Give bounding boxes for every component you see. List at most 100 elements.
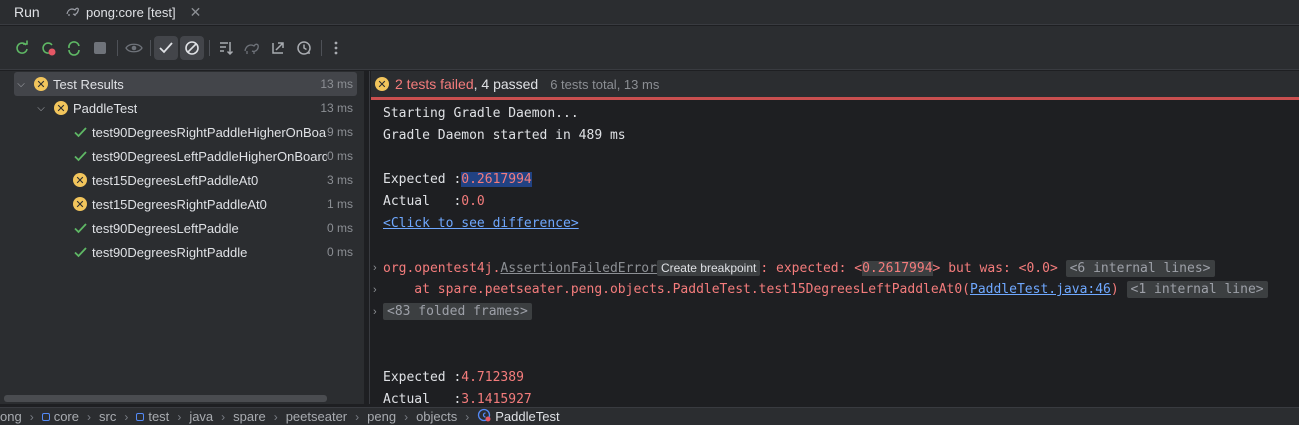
chevron-down-icon[interactable]: ⌵ (14, 79, 28, 90)
chevron-right-icon: › (404, 409, 409, 424)
module-icon (41, 412, 50, 421)
module-icon (136, 412, 145, 421)
panel-divider[interactable] (369, 71, 370, 404)
failed-icon: ✕ (34, 77, 48, 91)
breadcrumb-item[interactable]: src (99, 409, 116, 424)
show-passed-icon[interactable] (154, 36, 178, 60)
run-tool-title: Run (14, 4, 40, 20)
stack-frame: at spare.peetseater.peng.objects.PaddleT… (383, 282, 970, 297)
rerun-failed-icon[interactable] (36, 36, 60, 60)
summary-separator: , (473, 76, 482, 92)
chevron-right-icon[interactable]: › (373, 258, 377, 278)
passed-icon (73, 125, 87, 139)
console-line: <Click to see difference> (383, 214, 579, 234)
export-icon[interactable] (266, 36, 290, 60)
internal-line-fold[interactable]: <1 internal line> (1126, 281, 1268, 298)
test-summary: ✕ 2 tests failed , 4 passed 6 tests tota… (371, 71, 1299, 97)
tree-node-test[interactable]: ✕ test15DegreesLeftPaddleAt0 3 ms (14, 168, 357, 192)
expected-label: Expected : (383, 370, 462, 385)
chevron-right-icon[interactable]: › (373, 302, 377, 322)
tree-node-time: 0 ms (326, 245, 353, 259)
sort-icon[interactable] (214, 36, 238, 60)
breadcrumb-item[interactable]: core (41, 409, 79, 424)
see-difference-link[interactable]: <Click to see difference> (383, 216, 579, 231)
stack-frame-close: ) (1110, 282, 1119, 297)
chevron-right-icon: › (124, 409, 129, 424)
chevron-right-icon: › (221, 409, 226, 424)
chevron-right-icon: › (465, 409, 470, 424)
tree-node-time: 13 ms (320, 101, 353, 115)
horizontal-scrollbar[interactable] (4, 395, 327, 402)
chevron-right-icon: › (29, 409, 34, 424)
summary-failed: 2 tests failed (395, 76, 474, 92)
console-output[interactable]: Starting Gradle Daemon... Gradle Daemon … (371, 100, 1299, 404)
console-line: Expected :0.2617994 (383, 170, 532, 190)
failed-icon: ✕ (73, 197, 87, 211)
toolbar-separator (117, 40, 118, 56)
expected-value: 4.712389 (461, 370, 524, 385)
tree-node-label: test90DegreesLeftPaddleHigherOnBoard (92, 148, 327, 164)
close-icon[interactable]: ✕ (190, 4, 202, 21)
breadcrumb-label: spare (233, 409, 266, 424)
tree-node-label: PaddleTest (73, 100, 138, 116)
tree-node-suite[interactable]: ⌵ ✕ PaddleTest 13 ms (14, 96, 357, 120)
actual-value: 0.0 (461, 194, 485, 209)
toggle-auto-test-icon[interactable] (62, 36, 86, 60)
breadcrumb: ong › core › src › test › java › spare ›… (0, 407, 1299, 425)
actual-label: Actual : (383, 392, 462, 404)
breadcrumb-item[interactable]: java (189, 409, 213, 424)
toolbar-separator (321, 40, 322, 56)
internal-lines-fold[interactable]: <6 internal lines> (1065, 260, 1215, 277)
folded-frames[interactable]: <83 folded frames> (383, 303, 532, 320)
tree-node-time: 9 ms (326, 125, 353, 139)
breadcrumb-label: peng (367, 409, 397, 424)
tree-node-label: Test Results (53, 76, 124, 92)
source-link[interactable]: PaddleTest.java:46 (970, 282, 1111, 297)
error-class-link[interactable]: AssertionFailedError (500, 261, 657, 276)
console-line: at spare.peetseater.peng.objects.PaddleT… (383, 280, 1268, 300)
breadcrumb-item[interactable]: spare (233, 409, 266, 424)
eye-icon[interactable] (122, 36, 146, 60)
history-icon[interactable] (292, 36, 316, 60)
more-options-icon[interactable] (324, 36, 348, 60)
breadcrumb-item[interactable]: PaddleTest (477, 408, 560, 425)
tree-node-time: 1 ms (326, 197, 353, 211)
error-expected: 0.2617994 (862, 261, 933, 276)
breadcrumb-item[interactable]: peetseater (286, 409, 347, 424)
create-breakpoint-button[interactable]: Create breakpoint (656, 260, 761, 276)
tree-node-test[interactable]: test90DegreesRightPaddle 0 ms (14, 240, 357, 264)
chevron-right-icon: › (273, 409, 278, 424)
show-ignored-icon[interactable] (180, 36, 204, 60)
breadcrumb-item[interactable]: ong (0, 409, 22, 424)
import-tests-icon[interactable] (240, 36, 264, 60)
breadcrumb-item[interactable]: objects (416, 409, 457, 424)
breadcrumb-item[interactable]: test (136, 409, 169, 424)
tree-node-root[interactable]: ⌵ ✕ Test Results 13 ms (14, 72, 357, 96)
chevron-down-icon[interactable]: ⌵ (34, 103, 48, 114)
chevron-right-icon: › (87, 409, 91, 424)
console-line: Actual :0.0 (383, 192, 485, 212)
rerun-icon[interactable] (10, 36, 34, 60)
tree-node-time: 3 ms (326, 173, 353, 187)
error-package: org.opentest4j. (383, 261, 501, 276)
breadcrumb-label: java (189, 409, 214, 424)
stop-icon[interactable] (88, 36, 112, 60)
chevron-right-icon[interactable]: › (373, 280, 377, 300)
summary-passed: 4 passed (481, 76, 539, 92)
expected-label: Expected : (383, 172, 462, 187)
tree-node-label: test90DegreesLeftPaddle (92, 220, 239, 236)
toolbar-separator (150, 40, 151, 56)
tree-node-test[interactable]: test90DegreesLeftPaddle 0 ms (14, 216, 357, 240)
error-message: : expected: < (760, 261, 863, 276)
passed-icon (73, 245, 87, 259)
tool-window-tabbar: Run pong:core [test] ✕ (0, 0, 1299, 25)
console-line: Gradle Daemon started in 489 ms (383, 128, 626, 143)
failed-icon: ✕ (375, 77, 389, 91)
breadcrumb-item[interactable]: peng (367, 409, 396, 424)
tree-node-test[interactable]: test90DegreesRightPaddleHigherOnBoard 9 … (14, 120, 357, 144)
tree-node-test[interactable]: ✕ test15DegreesRightPaddleAt0 1 ms (14, 192, 357, 216)
toolbar-separator (209, 40, 210, 56)
breadcrumb-label: peetseater (285, 409, 348, 424)
tab-run-config[interactable]: pong:core [test] ✕ (56, 0, 211, 25)
tree-node-test[interactable]: test90DegreesLeftPaddleHigherOnBoard 0 m… (14, 144, 357, 168)
